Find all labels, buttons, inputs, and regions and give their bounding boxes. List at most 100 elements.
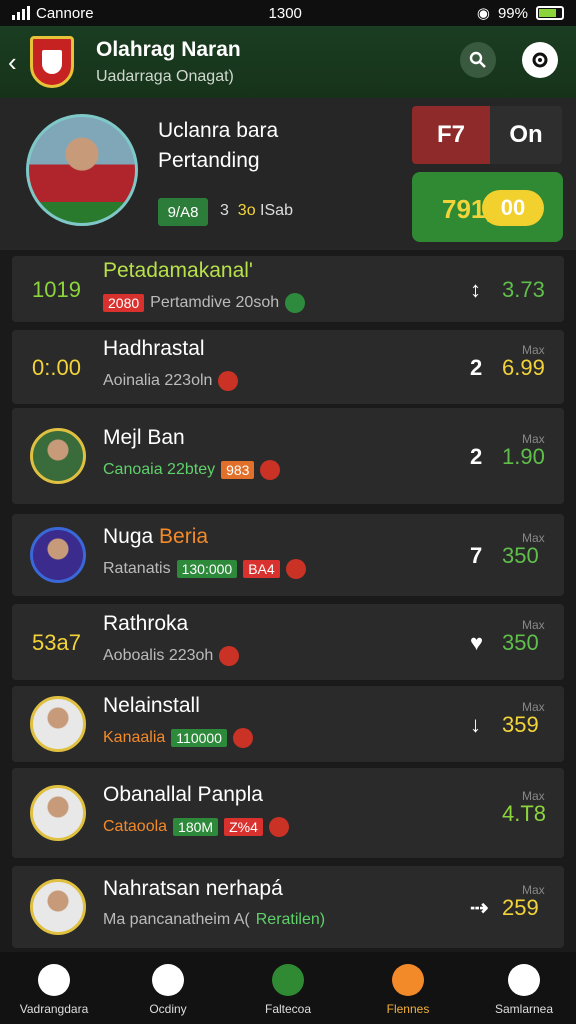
rank-number: 2: [470, 355, 483, 380]
featured-meta: 3 3o ISab: [220, 202, 293, 219]
search-button[interactable]: [460, 42, 496, 78]
status-dot-icon: [260, 460, 281, 480]
player-meta: Ma pancanatheim A( Reratilen): [103, 911, 325, 929]
gear-icon: [532, 52, 548, 68]
status-dot-icon: [219, 646, 240, 666]
list-item[interactable]: Nuga Beria Ratanatis 130:000 BA4 Max 7 350: [12, 514, 564, 596]
player-meta-text: Ratanatis: [103, 560, 171, 577]
player-name: Petadamakanal': [103, 259, 253, 282]
score-away: On: [490, 106, 562, 164]
clock: 1300: [268, 4, 302, 22]
search-icon: [469, 51, 486, 68]
rating-value: 259: [502, 895, 539, 920]
stat-tag: 130:000: [176, 560, 238, 578]
player-meta-text: Kanaalia: [103, 729, 166, 746]
rating-value: 350: [502, 543, 539, 568]
rank-number: 7: [470, 543, 483, 568]
list-item[interactable]: 0:.00 Hadhrastal Aoinalia 223oln Max 2 6.99: [12, 330, 564, 404]
player-avatar: [30, 428, 86, 484]
page-subtitle: Uadarraga Onagat): [96, 68, 234, 85]
odds-pill: 00: [482, 190, 544, 226]
ball-icon: [392, 964, 424, 996]
player-meta-text: Ma pancanatheim A(: [103, 911, 250, 928]
player-name: Nahratsan nerhapá: [103, 877, 283, 900]
list-item[interactable]: Nahratsan nerhapá Ma pancanatheim A( Rerat…: [12, 866, 564, 948]
list-item[interactable]: 1019 Petadamakanal' 2080 Pertamdive 20soh ↕ 3…: [12, 256, 564, 322]
rating-value: 3.73: [502, 277, 545, 302]
stat-tag: BA4: [243, 560, 280, 578]
list-item[interactable]: Obanallal Panpla Cataoola 180M Z%4 Max 4.T8: [12, 768, 564, 858]
header: ‹ Olahrag Naran Uadarraga Onagat): [0, 26, 576, 98]
field-icon: [272, 964, 304, 996]
whistle-icon: [152, 964, 184, 996]
rating-value: 4.T8: [502, 801, 547, 826]
battery-percentage: 99%: [497, 4, 528, 22]
player-avatar: [30, 879, 86, 935]
player-name: Nelainstall: [103, 694, 200, 717]
player-name: Nuga Beria: [103, 525, 209, 548]
team-crest-logo: [30, 36, 74, 88]
nav-label: Samlarnea: [494, 1002, 554, 1016]
list-item[interactable]: 53a7 Rathroka Aoboalis 223oh Max ♥ 350: [12, 604, 564, 680]
player-avatar: [30, 696, 86, 752]
nav-label: Ocdiny: [149, 1002, 187, 1016]
player-name: Mejl Ban: [103, 426, 185, 449]
status-dot-icon: [232, 728, 253, 748]
odds-button[interactable]: 791, 00: [412, 172, 563, 242]
featured-title: Uclanra bara Pertanding: [158, 119, 279, 172]
nav-item-home[interactable]: Vadrangdara: [4, 952, 104, 1024]
stat-tag: 180M: [173, 818, 219, 836]
stat-tag: Z%4: [224, 818, 263, 836]
nav-item-whistle[interactable]: Ocdiny: [118, 952, 218, 1024]
player-meta: 2080 Pertamdive 20soh: [103, 293, 306, 313]
page-title: Olahrag Naran: [96, 38, 241, 61]
bottom-navigation: Vadrangdara Ocdiny Faltecoa Flennes Samlarne…: [0, 952, 576, 1024]
wifi-icon: ◉: [476, 5, 490, 22]
status-dot-icon: [218, 371, 239, 391]
featured-match-card[interactable]: Uclanra bara Pertanding 9/A8 3 3o ISab F…: [0, 98, 576, 250]
nav-item-ball[interactable]: Flennes: [358, 952, 458, 1024]
stat-tag: 110000: [171, 729, 227, 747]
row-score: 53a7: [32, 630, 81, 655]
trend-icon: ↓: [470, 712, 481, 737]
signal-icon: [12, 6, 30, 20]
featured-badge: 9/A8: [158, 198, 208, 226]
home-icon: [38, 964, 70, 996]
player-meta: Cataoola 180M Z%4: [103, 817, 289, 837]
player-meta-text: Aoinalia 223oln: [103, 372, 213, 389]
back-icon[interactable]: ‹: [8, 47, 24, 78]
score-home: F7: [412, 106, 490, 164]
player-meta-text: Cataoola: [103, 818, 168, 835]
status-dot-icon: [268, 817, 289, 837]
nav-label: Flennes: [386, 1002, 430, 1016]
player-meta: Aoboalis 223oh: [103, 646, 240, 666]
list-item[interactable]: Mejl Ban Canoaia 22btey 983 Max 2 1.90: [12, 408, 564, 504]
battery-icon: [535, 6, 564, 20]
rating-value: 6.99: [502, 355, 545, 380]
row-score: 0:.00: [32, 355, 81, 380]
profile-icon: [508, 964, 540, 996]
player-avatar: [30, 527, 86, 583]
player-meta-accent: Reratilen): [255, 911, 326, 928]
settings-button[interactable]: [522, 42, 558, 78]
trend-icon: ↕: [470, 277, 481, 302]
player-name: Rathroka: [103, 612, 189, 635]
rating-value: 359: [502, 712, 539, 737]
trend-icon: ⇢: [470, 895, 489, 920]
nav-item-profile[interactable]: Samlarnea: [474, 952, 574, 1024]
list-item[interactable]: Nelainstall Kanaalia 110000 Max ↓ 359: [12, 686, 564, 762]
status-bar: Cannore 1300 ◉ 99%: [0, 0, 576, 26]
player-meta-text: Pertamdive 20soh: [150, 294, 280, 311]
player-meta: Ratanatis 130:000 BA4: [103, 559, 306, 579]
stat-tag: 2080: [103, 294, 145, 312]
rating-value: 1.90: [502, 444, 545, 469]
nav-label: Faltecoa: [264, 1002, 312, 1016]
trend-icon: ♥: [470, 630, 484, 655]
nav-item-field[interactable]: Faltecoa: [238, 952, 338, 1024]
rating-value: 350: [502, 630, 539, 655]
player-name: Hadhrastal: [103, 337, 205, 360]
status-dot-icon: [285, 559, 306, 579]
row-score: 1019: [32, 277, 81, 302]
player-meta-text: Canoaia 22btey: [103, 461, 216, 478]
player-avatar: [26, 114, 138, 226]
